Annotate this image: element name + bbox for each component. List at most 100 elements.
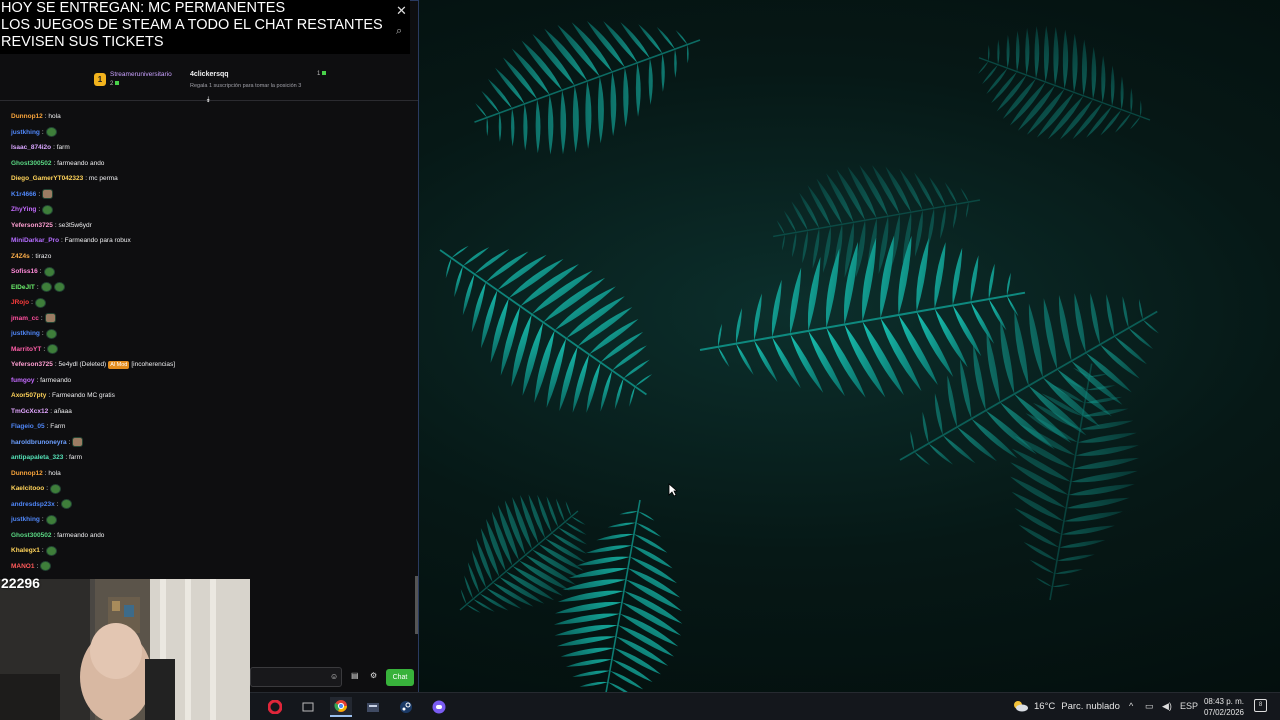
search-icon[interactable]: ⌕ [396,25,402,38]
chat-username[interactable]: Flageio_05 [11,421,45,432]
chat-message-text: : [38,190,41,198]
send-chat-button[interactable]: Chat [386,669,414,686]
chat-message: K1r4666: [11,187,411,203]
chat-message: justkhing: [11,125,411,141]
weather-desc: Parc. nublado [1061,700,1120,712]
chat-message-text: : hola [44,469,61,477]
chat-message: haroldbrunoneyra: [11,435,411,451]
chat-username[interactable]: MANO1 [11,561,34,572]
chat-username[interactable]: Dunnop12 [11,111,43,122]
chat-username[interactable]: justkhing [11,514,40,525]
chat-message-text: : [41,330,44,338]
chat-message-text: : farmeando ando [53,159,105,167]
chat-username[interactable]: K1r4666 [11,189,36,200]
collapse-icon[interactable]: ⯯ [206,95,211,105]
emote-icon [60,499,72,510]
chat-username[interactable]: Ghost300502 [11,530,51,541]
chat-message: Sofiss16: [11,264,411,280]
chat-input[interactable] [250,667,342,687]
chat-message: Yeferson3725: 5e4ydl (Deleted) Al Mod [inc… [11,357,411,373]
chat-username[interactable]: Yeferson3725 [11,359,53,370]
leaderboard-rank2-count: 1 [317,71,327,77]
emote-icon [45,127,57,138]
chat-message-text: : [36,562,39,570]
emote-icon [45,514,57,525]
app-icon[interactable] [297,697,319,717]
chat-username[interactable]: Ghost300502 [11,158,51,169]
banner-line-1: HOY SE ENTREGAN: MC PERMANENTES [1,0,286,16]
file-manager-icon[interactable] [362,697,384,717]
clock-time: 08:43 p. m. [1203,697,1244,706]
chat-message-text: : añaaa [50,407,72,415]
chat-username[interactable]: fumgoy [11,375,34,386]
chat-message: justkhing: [11,512,411,528]
chat-message: MANO1: [11,559,411,575]
banner-line-2: LOS JUEGOS DE STEAM A TODO EL CHAT RESTA… [1,17,383,33]
chat-username[interactable]: Yeferson3725 [11,220,53,231]
chat-username[interactable]: Axor507pty [11,390,46,401]
chat-username[interactable]: Dunnop12 [11,468,43,479]
chat-username[interactable]: MarritoYT [11,344,41,355]
emote-icon [42,189,54,200]
chat-message: Yeferson3725: se3t5w6ydr [11,218,411,234]
emote-icon [53,282,65,293]
clock-date: 07/02/2026 [1203,708,1244,717]
chat-username[interactable]: jmam_cc [11,313,39,324]
chrome-icon[interactable] [330,697,352,717]
automod-tag: Al Mod [108,360,130,369]
leaderboard-rank1-count: 2 [110,81,120,87]
chat-username[interactable]: justkhing [11,127,40,138]
chat-username[interactable]: Z4Z4s [11,251,30,262]
language-indicator[interactable]: ESP [1180,701,1198,711]
chat-message: andresdsp23x: [11,497,411,513]
chat-message: Khalegx1: [11,543,411,559]
emote-icon [40,282,52,293]
network-icon[interactable]: ▭ [1145,701,1154,712]
chat-settings-icon[interactable]: ⚙ [370,671,377,680]
chat-message: ZhyYing: [11,202,411,218]
chat-messages: Dunnop12: hola justkhing: Isaac_874i2o: fa… [11,109,411,574]
chat-username[interactable]: MiniDarkar_Pro [11,235,59,246]
chat-username[interactable]: JRojo [11,297,29,308]
gift-icon[interactable]: ▤ [351,671,359,680]
chat-message: justkhing: [11,326,411,342]
banner-line-3: REVISEN SUS TICKETS [1,34,164,50]
weather-widget[interactable]: 16°C Parc. nublado [1012,700,1120,712]
chat-message: TmGcXcx12: añaaa [11,404,411,420]
chat-username[interactable]: TmGcXcx12 [11,406,48,417]
chat-message-text: : farm [53,144,70,152]
steam-icon[interactable] [395,697,417,717]
emote-picker-icon[interactable]: ☺ [330,672,338,681]
chat-username[interactable]: haroldbrunoneyra [11,437,67,448]
emote-icon [45,328,57,339]
chat-username[interactable]: Isaac_874i2o [11,142,51,153]
webcam-feed [0,579,250,720]
chat-scrollbar[interactable] [415,576,418,634]
taskbar-clock[interactable]: 08:43 p. m. 07/02/2026 [1200,696,1244,718]
chat-message-text: : [46,485,49,493]
chat-message-text: : [36,283,39,291]
chat-username[interactable]: Khalegx1 [11,545,40,556]
discord-icon[interactable] [428,697,450,717]
leaderboard-rank2-user[interactable]: 4clickersqq [190,71,229,78]
cloud-icon [1014,701,1028,712]
chat-username[interactable]: Sofiss16 [11,266,38,277]
chat-username[interactable]: Kaelcitooo [11,483,44,494]
chat-username[interactable]: ElDeJIT [11,282,35,293]
chat-username[interactable]: Diego_GamerYT042323 [11,173,83,184]
chat-message-text: : [68,438,71,446]
chat-username[interactable]: antipapaleta_323 [11,452,63,463]
leaderboard-rank1-user[interactable]: Streameruniversitario [110,71,172,78]
chat-username[interactable]: andresdsp23x [11,499,55,510]
chat-message: Dunnop12: hola [11,109,411,125]
chat-message-text: : [39,268,42,276]
tray-overflow-icon[interactable]: ^ [1129,701,1133,711]
chat-message: Z4Z4s: tirazo [11,249,411,265]
notifications-icon[interactable]: 8 [1254,699,1267,712]
close-icon[interactable]: ✕ [396,3,407,19]
opera-icon[interactable] [264,697,286,717]
chat-username[interactable]: ZhyYing [11,204,36,215]
gift-icon [115,81,120,85]
volume-icon[interactable]: ◀) [1162,701,1172,712]
chat-username[interactable]: justkhing [11,328,40,339]
